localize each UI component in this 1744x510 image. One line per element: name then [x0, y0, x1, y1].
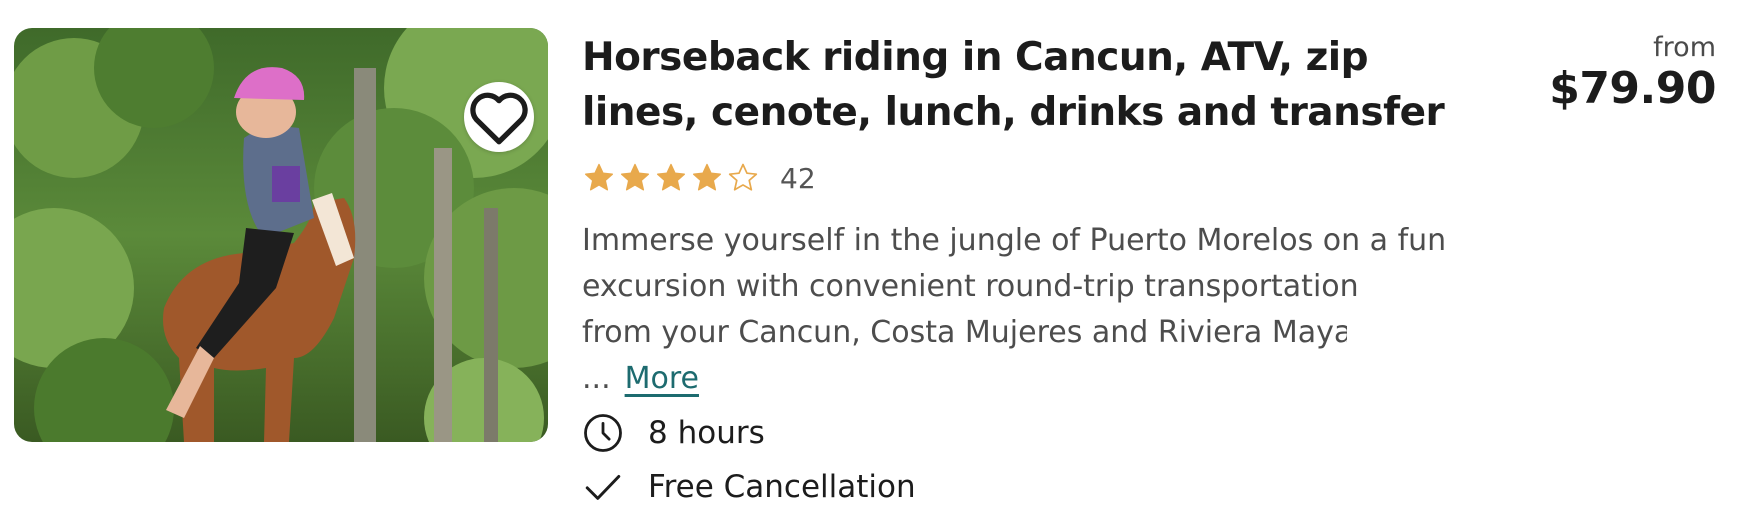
description-line: Immerse yourself in the jungle of Puerto… [582, 223, 1447, 258]
description-ellipsis: ... [582, 361, 611, 396]
star-filled-icon [620, 163, 650, 191]
description-line: excursion with convenient round-trip tra… [582, 269, 1359, 304]
clock-icon [584, 414, 622, 452]
favorite-button[interactable] [464, 82, 534, 152]
star-outline-icon [728, 163, 758, 191]
star-filled-icon [692, 163, 722, 191]
duration-text: 8 hours [648, 415, 765, 451]
price-from-label: from [1653, 32, 1716, 63]
more-link[interactable]: More [625, 361, 699, 396]
heart-outline-icon [470, 92, 528, 145]
star-filled-icon [656, 163, 686, 191]
rating-row: 42 [582, 158, 1482, 198]
description-line: from your Cancun, Costa Mujeres and Rivi… [582, 315, 1347, 350]
duration-row: 8 hours [582, 410, 1482, 456]
activity-card[interactable]: Horseback riding in Cancun, ATV, zip lin… [0, 0, 1744, 505]
star-filled-icon [584, 163, 614, 191]
activity-title[interactable]: Horseback riding in Cancun, ATV, zip lin… [582, 30, 1482, 140]
price-amount: $79.90 [1549, 63, 1716, 114]
review-count[interactable]: 42 [780, 162, 816, 195]
star-rating [582, 161, 760, 195]
cancellation-text: Free Cancellation [648, 469, 916, 505]
checkmark-icon [585, 475, 621, 500]
activity-photo[interactable] [14, 28, 548, 442]
activity-description: Immerse yourself in the jungle of Puerto… [582, 218, 1462, 402]
price-block: from $79.90 [1549, 32, 1716, 114]
cancellation-row: Free Cancellation [582, 464, 1482, 510]
activity-details: Horseback riding in Cancun, ATV, zip lin… [582, 30, 1482, 510]
